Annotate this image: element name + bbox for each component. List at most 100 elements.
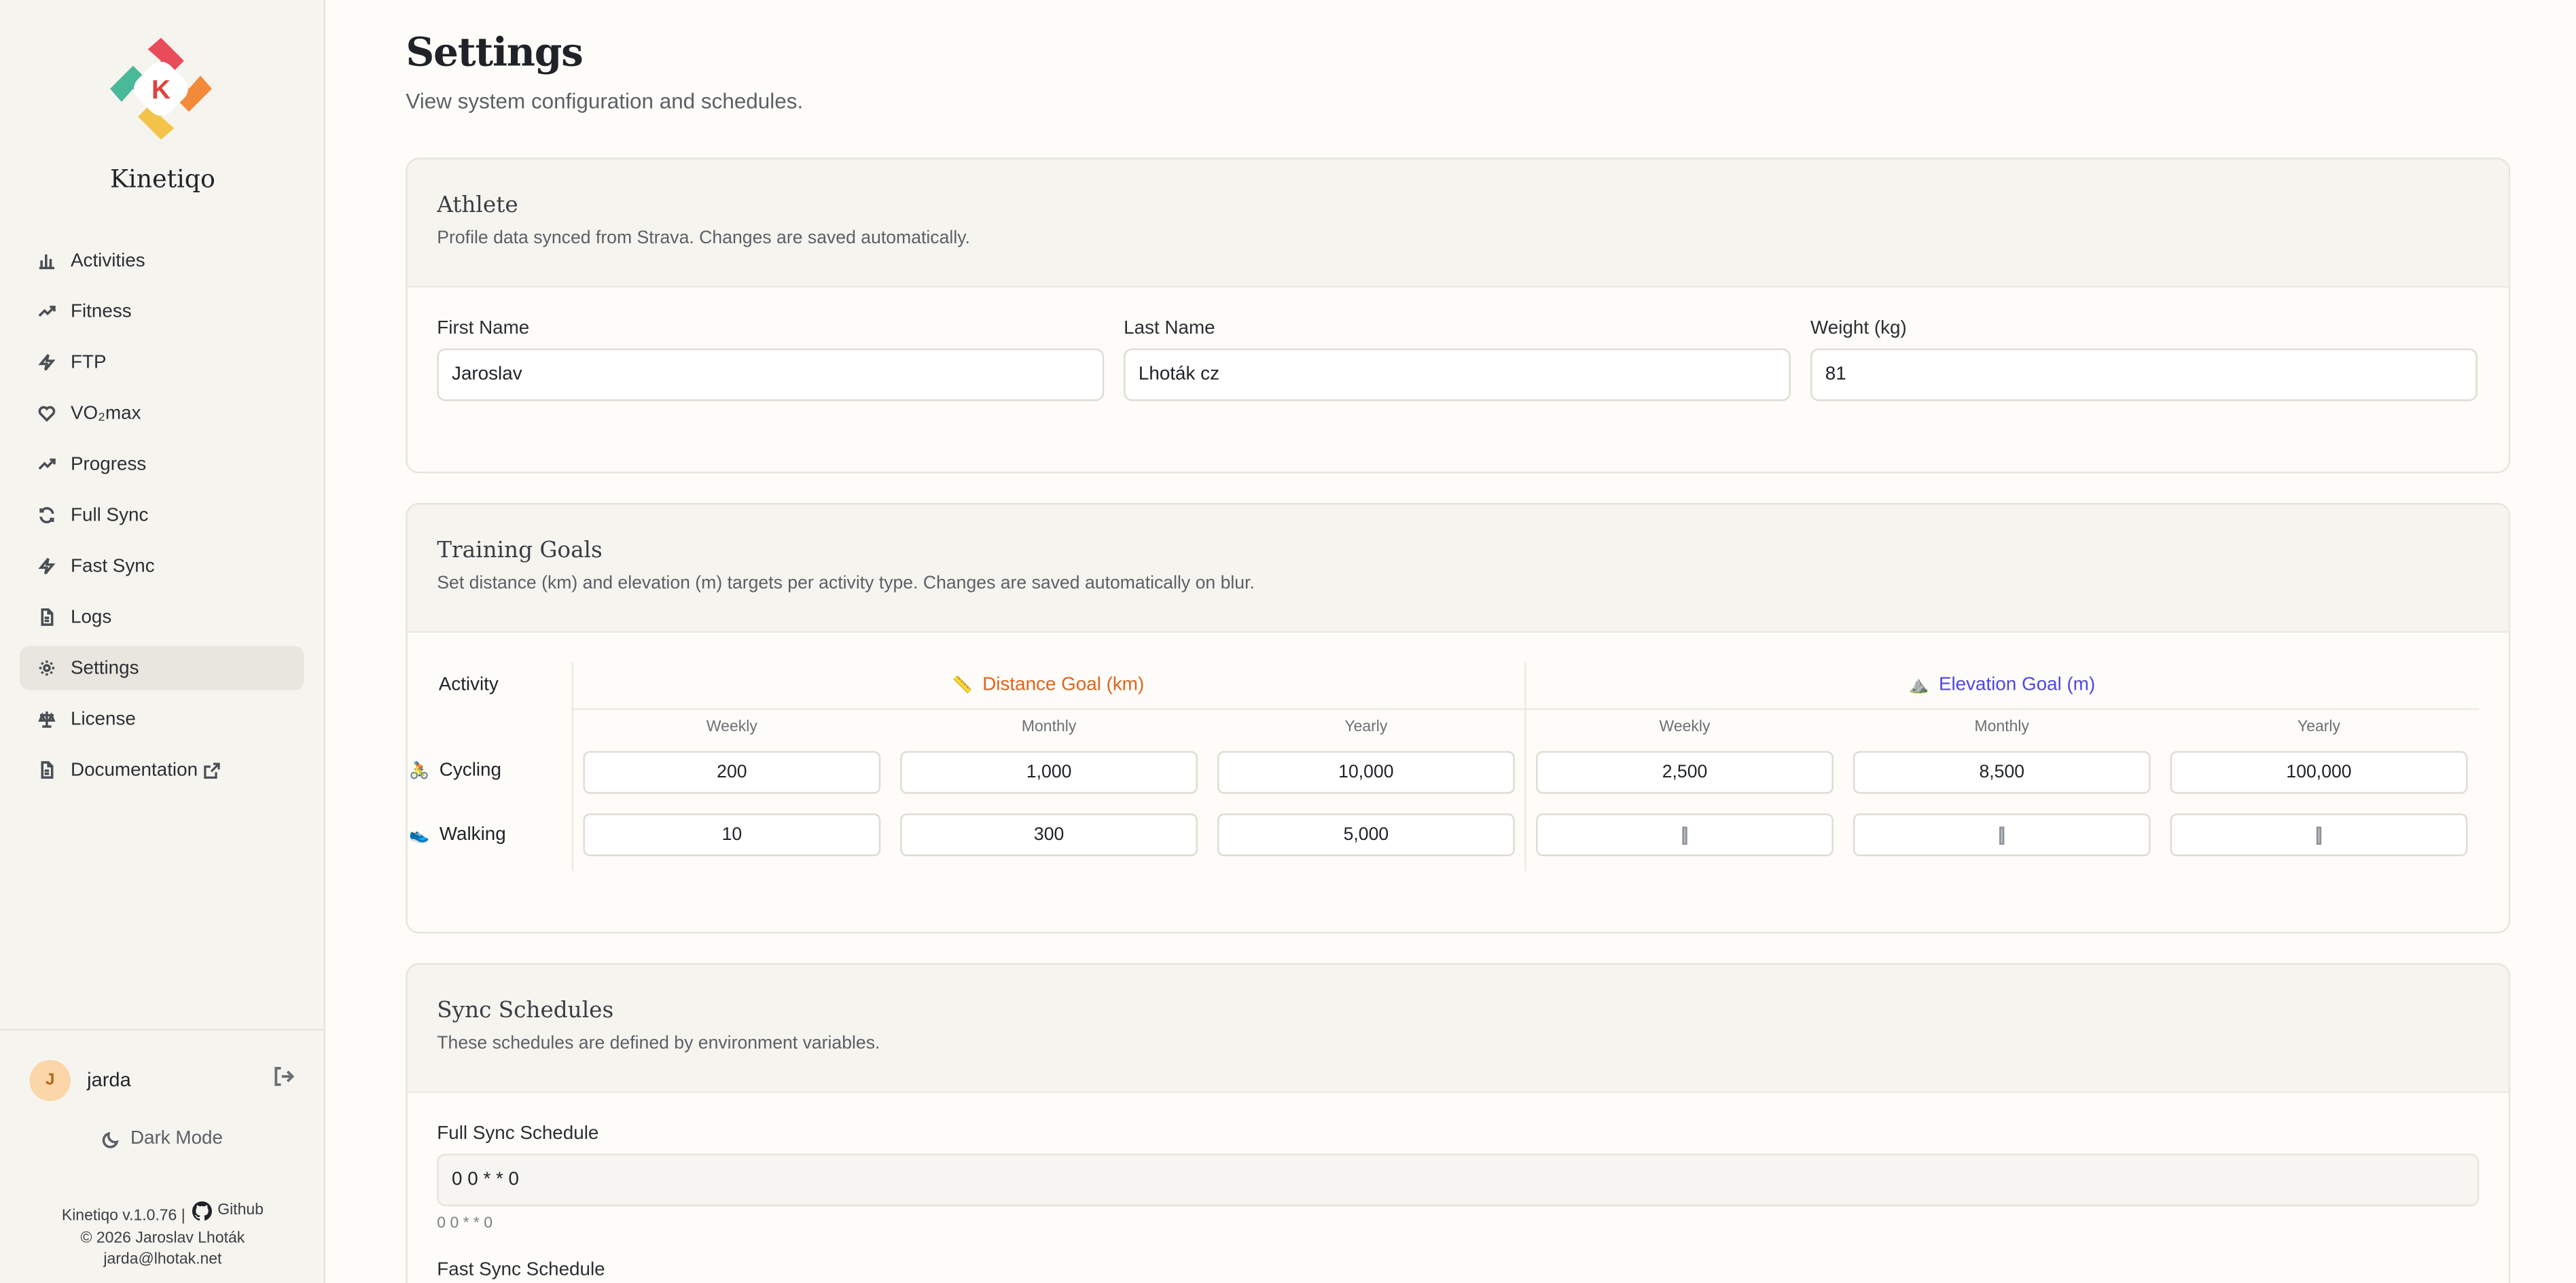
training-goals-header: Training Goals Set distance (km) and ele… [407, 504, 2509, 633]
sync-schedules-description: These schedules are defined by environme… [437, 1034, 880, 1054]
distance-weekly-header: Weekly [706, 718, 757, 737]
walking-distance-weekly-input[interactable]: 10 [583, 813, 881, 856]
trending-up-icon [36, 455, 56, 474]
elevation-weekly-header: Weekly [1659, 718, 1711, 737]
heart-icon [36, 404, 56, 423]
github-icon [192, 1200, 213, 1220]
walking-elevation-yearly-input[interactable] [2170, 813, 2468, 856]
first-name-field[interactable]: Jaroslav [437, 348, 1105, 402]
distance-goal-header: 📏 Distance Goal (km) [952, 675, 1145, 695]
cycling-distance-weekly-input[interactable]: 200 [583, 751, 881, 794]
walking-distance-yearly-input[interactable]: 5,000 [1217, 813, 1515, 856]
sidebar-item-label: Fitness [70, 301, 132, 321]
sidebar-item-label: Progress [70, 454, 147, 474]
file-icon [36, 760, 56, 779]
gear-icon [36, 658, 56, 678]
logout-icon[interactable] [272, 1064, 296, 1095]
refresh-icon [36, 506, 56, 525]
text-cursor-icon [2316, 826, 2322, 844]
bicycle-icon: 🚴 [409, 761, 430, 780]
main-content: Settings View system configuration and s… [325, 0, 2576, 1283]
full-sync-schedule-label: Full Sync Schedule [437, 1124, 599, 1144]
sidebar-item-logs[interactable]: Logs [20, 595, 304, 639]
avatar[interactable]: J [29, 1059, 71, 1101]
sidebar: K Kinetiqo Activities Fitness FTP VO₂max [0, 0, 325, 1283]
sidebar-item-label: Fast Sync [70, 556, 155, 576]
ruler-icon: 📏 [952, 677, 973, 695]
elevation-goal-header: ⛰️ Elevation Goal (m) [1908, 675, 2096, 695]
github-label: Github [217, 1201, 264, 1220]
dark-mode-label: Dark Mode [130, 1129, 223, 1149]
email-link[interactable]: jarda@lhotak.net [0, 1248, 325, 1269]
sidebar-item-label: Documentation [70, 760, 198, 780]
elevation-monthly-header: Monthly [1974, 718, 2029, 737]
version-text: Kinetiqo v.1.0.76 | [61, 1207, 185, 1225]
external-link-icon [204, 762, 221, 778]
last-name-label: Last Name [1124, 319, 1215, 339]
sidebar-item-label: Full Sync [70, 505, 149, 525]
distance-yearly-header: Yearly [1344, 718, 1388, 737]
trending-up-icon [36, 302, 56, 321]
kinetiqo-logo[interactable]: K [105, 33, 217, 144]
fast-sync-schedule-label: Fast Sync Schedule [437, 1260, 605, 1280]
sidebar-footer: Kinetiqo v.1.0.76 | Github © 2026 Jarosl… [0, 1199, 325, 1269]
scale-icon [36, 709, 56, 729]
sync-schedules-card: Sync Schedules These schedules are defin… [406, 963, 2511, 1283]
sidebar-item-label: FTP [70, 352, 107, 372]
goals-table: Activity 📏 Distance Goal (km) ⛰️ Elevation… [408, 633, 2509, 932]
sidebar-item-fast-sync[interactable]: Fast Sync [20, 544, 304, 588]
walking-elevation-weekly-input[interactable] [1536, 813, 1833, 856]
cycling-distance-monthly-input[interactable]: 1,000 [900, 751, 1198, 794]
athlete-card: Athlete Profile data synced from Strava.… [406, 158, 2511, 474]
weight-field[interactable]: 81 [1810, 348, 2477, 402]
moon-icon [103, 1131, 120, 1148]
sidebar-item-license[interactable]: License [20, 697, 304, 741]
walking-distance-monthly-input[interactable]: 300 [900, 813, 1198, 856]
cycling-distance-yearly-input[interactable]: 10,000 [1217, 751, 1515, 794]
page-title: Settings [406, 28, 584, 76]
cycling-elevation-yearly-input[interactable]: 100,000 [2170, 751, 2468, 794]
full-sync-schedule-field: 0 0 * * 0 [437, 1153, 2480, 1207]
sidebar-nav: Activities Fitness FTP VO₂max Progress F… [20, 239, 304, 799]
text-cursor-icon [1682, 826, 1687, 844]
walking-elevation-monthly-input[interactable] [1853, 813, 2151, 856]
distance-monthly-header: Monthly [1021, 718, 1077, 737]
sidebar-item-progress[interactable]: Progress [20, 442, 304, 487]
elevation-yearly-header: Yearly [2297, 718, 2341, 737]
mountain-icon: ⛰️ [1908, 677, 1929, 695]
sidebar-item-ftp[interactable]: FTP [20, 340, 304, 385]
github-link[interactable]: Github [190, 1199, 264, 1220]
sidebar-item-documentation[interactable]: Documentation [20, 748, 304, 792]
cycling-elevation-monthly-input[interactable]: 8,500 [1853, 751, 2151, 794]
sidebar-item-vo2max[interactable]: VO₂max [20, 391, 304, 436]
copyright-text: © 2026 Jaroslav Lhoták [80, 1228, 245, 1247]
sidebar-item-label: Settings [70, 658, 139, 678]
brand-name: Kinetiqo [110, 164, 215, 194]
training-goals-card: Training Goals Set distance (km) and ele… [406, 503, 2511, 934]
sidebar-item-full-sync[interactable]: Full Sync [20, 493, 304, 538]
sync-schedules-title: Sync Schedules [437, 997, 614, 1024]
username: jarda [87, 1068, 131, 1091]
sidebar-item-fitness[interactable]: Fitness [20, 289, 304, 334]
shoe-icon: 👟 [409, 826, 430, 844]
athlete-card-header: Athlete Profile data synced from Strava.… [407, 159, 2509, 288]
first-name-label: First Name [437, 319, 530, 339]
cycling-elevation-weekly-input[interactable]: 2,500 [1536, 751, 1833, 794]
sidebar-item-label: License [70, 709, 136, 729]
walking-row-label: 👟 Walking [409, 825, 506, 845]
sidebar-item-activities[interactable]: Activities [20, 239, 304, 283]
dark-mode-toggle[interactable]: Dark Mode [0, 1129, 325, 1148]
page-subtitle: View system configuration and schedules. [406, 88, 804, 113]
activity-header: Activity [438, 675, 499, 695]
bolt-icon [36, 353, 56, 372]
sidebar-item-label: Logs [70, 607, 112, 627]
full-sync-schedule-hint: 0 0 * * 0 [437, 1214, 493, 1233]
logo-letter: K [151, 75, 171, 105]
text-cursor-icon [1999, 826, 2005, 844]
training-goals-title: Training Goals [437, 537, 603, 564]
bar-chart-icon [36, 251, 56, 270]
sidebar-item-settings[interactable]: Settings [20, 646, 304, 690]
last-name-field[interactable]: Lhoták cz [1124, 348, 1791, 402]
user-row: J jarda [29, 1058, 296, 1101]
file-icon [36, 608, 56, 627]
